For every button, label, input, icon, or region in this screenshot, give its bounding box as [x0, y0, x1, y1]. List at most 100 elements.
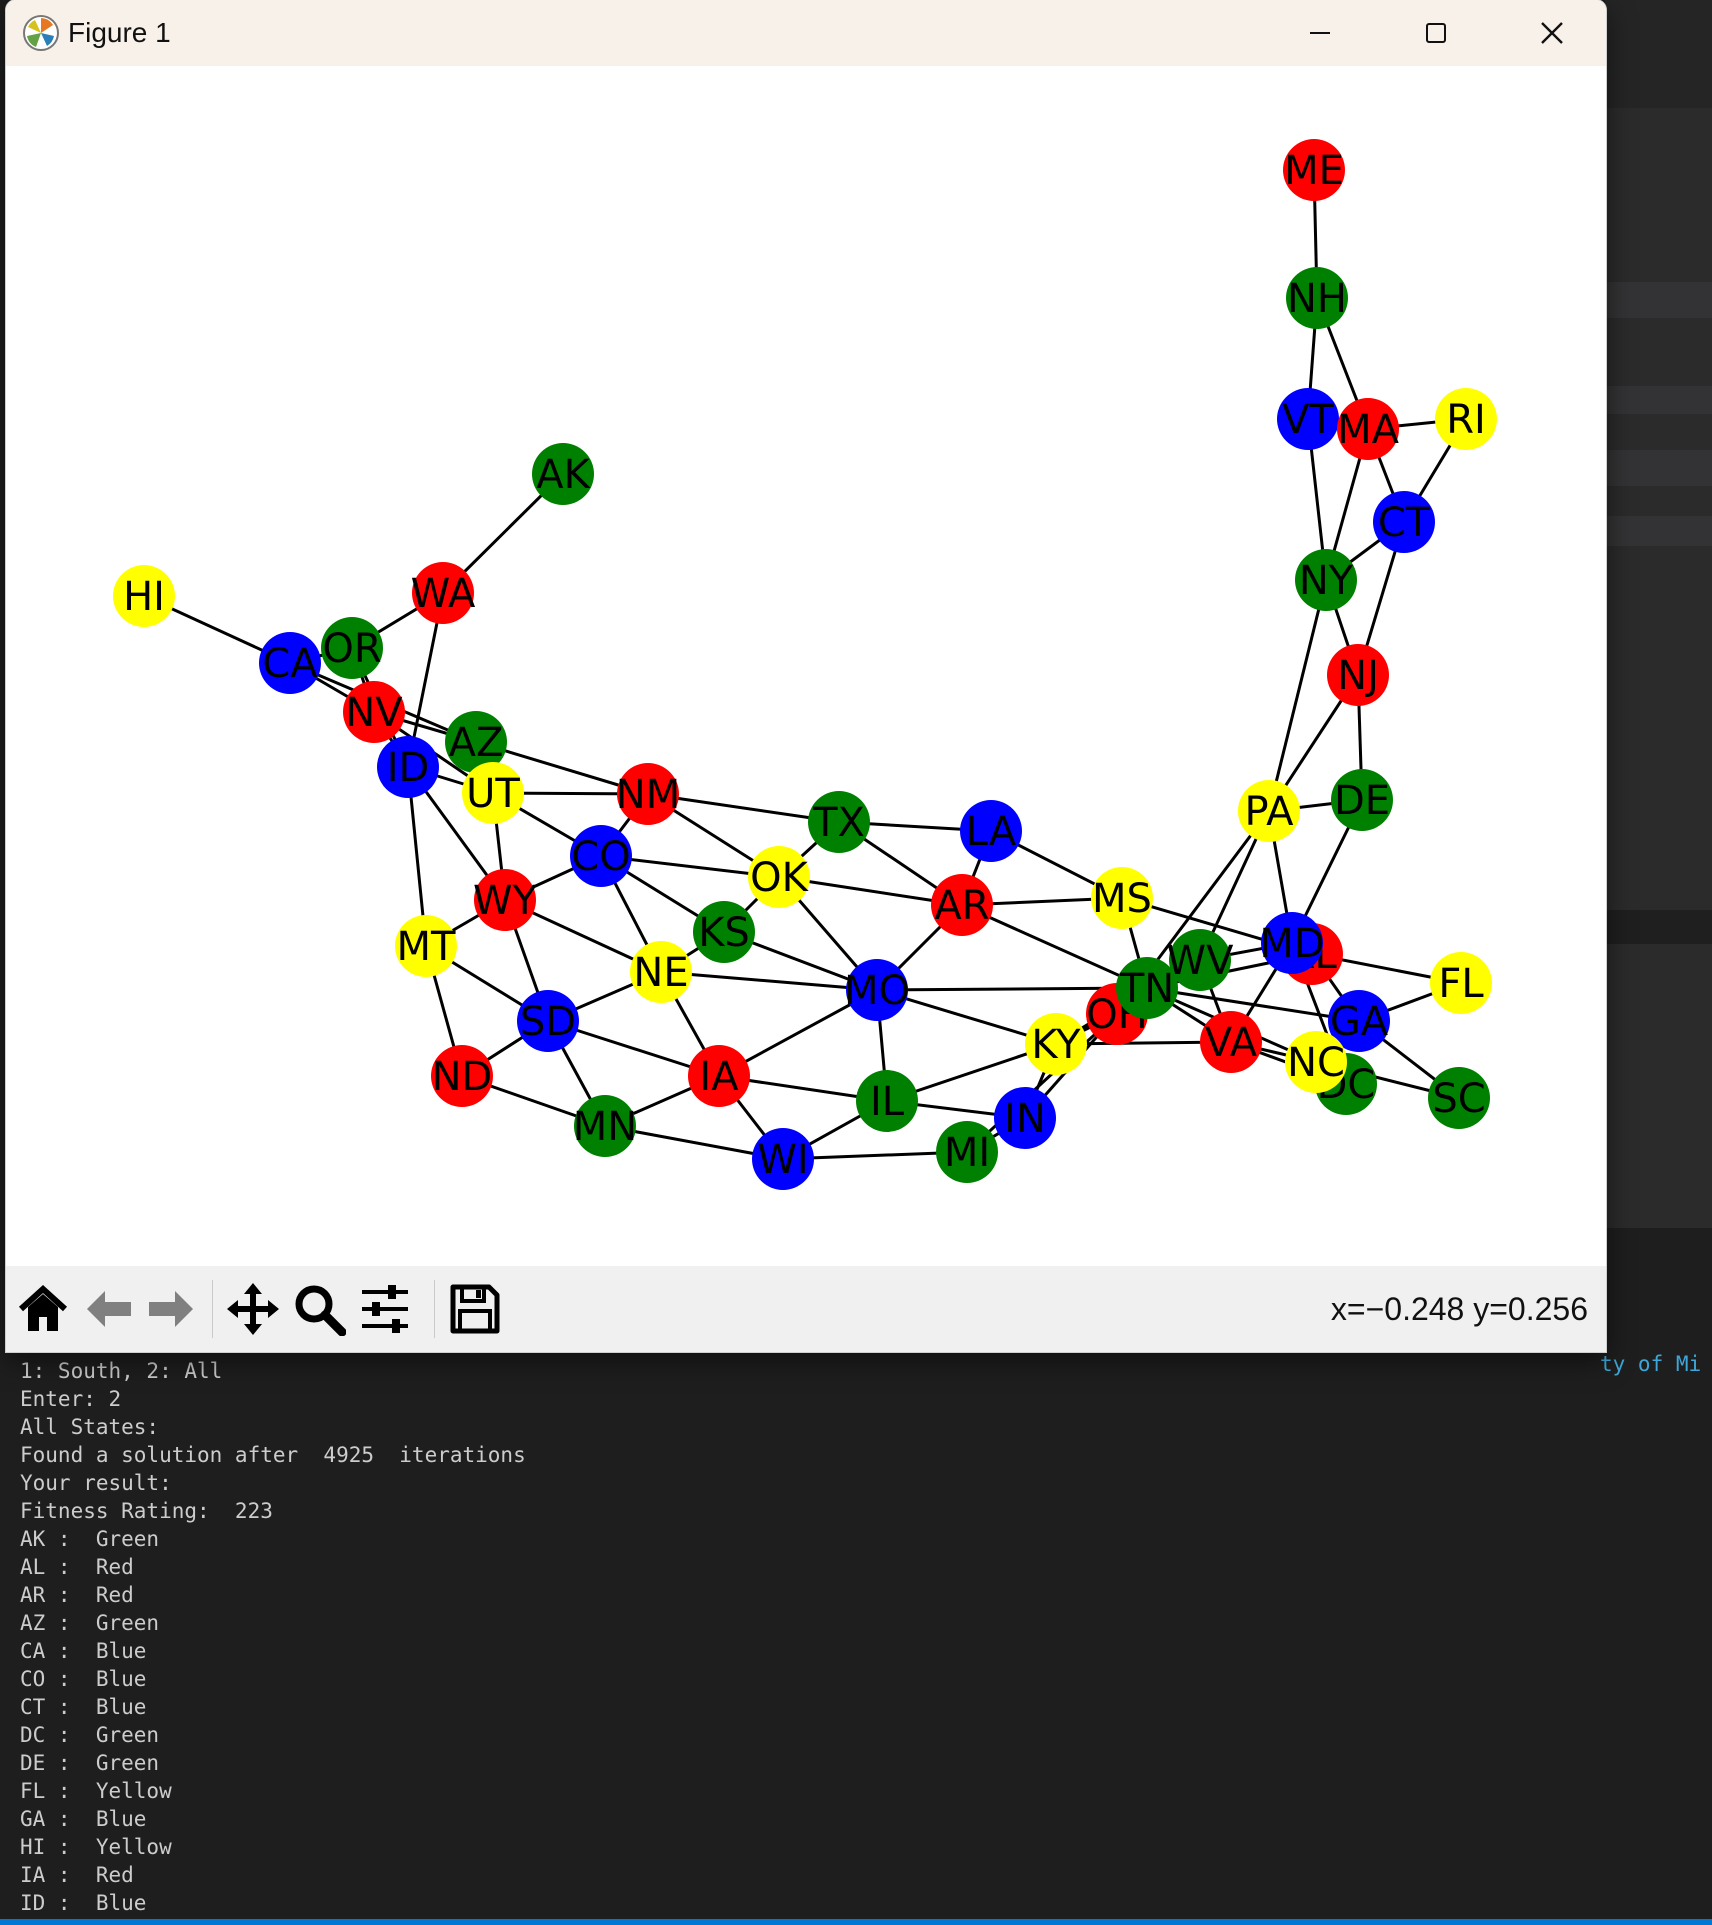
node-label: IN	[1004, 1096, 1046, 1142]
node-ca: CA	[259, 632, 321, 694]
node-pa: PA	[1238, 780, 1300, 842]
node-nm: NM	[616, 763, 680, 825]
node-fl: FL	[1430, 952, 1492, 1014]
node-md: MD	[1259, 912, 1325, 974]
node-vt: VT	[1277, 388, 1339, 450]
node-label: AR	[934, 883, 989, 929]
home-icon	[18, 1284, 68, 1331]
node-mo: MO	[844, 959, 910, 1021]
node-nc: NC	[1285, 1031, 1347, 1093]
node-ut: UT	[462, 762, 524, 824]
node-label: WV	[1167, 938, 1235, 984]
node-label: MI	[944, 1130, 990, 1176]
terminal-line: CO : Blue	[20, 1667, 147, 1691]
floppy-disk-icon	[450, 1284, 500, 1334]
node-ks: KS	[693, 901, 755, 963]
toolbar-separator	[212, 1280, 213, 1338]
configure-subplots-button[interactable]	[356, 1280, 414, 1338]
terminal-line: AL : Red	[20, 1555, 134, 1579]
node-label: WA	[411, 571, 476, 617]
node-ky: KY	[1025, 1013, 1087, 1075]
pan-button[interactable]	[224, 1280, 282, 1338]
node-label: LA	[966, 809, 1017, 855]
home-button[interactable]	[14, 1280, 72, 1338]
maximize-button[interactable]	[1380, 0, 1492, 66]
node-me: ME	[1283, 139, 1345, 201]
node-label: NH	[1287, 276, 1347, 322]
node-ri: RI	[1435, 388, 1497, 450]
node-ok: OK	[748, 846, 810, 908]
arrow-right-icon	[149, 1291, 193, 1327]
terminal-line: DE : Green	[20, 1751, 160, 1775]
node-sd: SD	[517, 990, 579, 1052]
terminal-line: HI : Yellow	[20, 1835, 172, 1859]
node-wi: WI	[752, 1128, 814, 1190]
edge-ga-tn	[1146, 986, 1360, 1023]
arrow-left-icon	[87, 1291, 131, 1327]
save-button[interactable]	[446, 1280, 504, 1338]
node-label: VA	[1205, 1020, 1258, 1066]
zoom-button[interactable]	[290, 1280, 348, 1338]
editor-highlight-line	[1605, 282, 1712, 318]
state-graph: ME NH VT MA RI CT NY NJ DE PA AK HI WA CA OR NV AZ ID UT NM…	[113, 139, 1497, 1190]
editor-divider	[1605, 910, 1712, 944]
node-va: VA	[1200, 1011, 1262, 1073]
window-title: Figure 1	[68, 17, 171, 48]
status-bar-accent	[0, 1919, 1712, 1925]
node-label: FL	[1438, 961, 1484, 1007]
terminal-line: CA : Blue	[20, 1639, 147, 1663]
node-tx: TX	[808, 791, 870, 853]
terminal-line: AR : Red	[20, 1583, 134, 1607]
title-bar[interactable]: Figure 1	[6, 0, 1606, 66]
terminal-line: ID : Blue	[20, 1891, 147, 1915]
node-label: HI	[123, 574, 165, 620]
editor-tab-strip	[1605, 0, 1712, 108]
close-button[interactable]	[1496, 0, 1606, 66]
node-label: CO	[571, 834, 630, 880]
node-label: RI	[1446, 397, 1486, 443]
node-label: GA	[1330, 999, 1389, 1045]
terminal-line: IA : Red	[20, 1863, 134, 1887]
node-id: ID	[377, 736, 439, 798]
node-ar: AR	[931, 874, 993, 936]
editor-highlight-line	[1605, 516, 1712, 546]
node-label: ND	[432, 1054, 493, 1100]
node-ct: CT	[1373, 491, 1435, 553]
navigation-toolbar: x=−0.248 y=0.256	[6, 1266, 1606, 1352]
terminal-line: FL : Yellow	[20, 1779, 172, 1803]
node-nj: NJ	[1327, 644, 1389, 706]
editor-highlight-line	[1605, 450, 1712, 486]
node-co: CO	[570, 825, 632, 887]
node-label: MO	[844, 968, 910, 1014]
node-label: KY	[1031, 1022, 1081, 1068]
node-label: NC	[1287, 1040, 1345, 1086]
toolbar-separator	[434, 1280, 435, 1338]
back-button[interactable]	[80, 1280, 138, 1338]
terminal-line: CT : Blue	[20, 1695, 147, 1719]
plot-canvas[interactable]: ME NH VT MA RI CT NY NJ DE PA AK HI WA CA OR NV AZ ID UT NM…	[6, 66, 1606, 1266]
node-label: AK	[536, 452, 591, 498]
minimize-button[interactable]	[1264, 0, 1376, 66]
node-label: SC	[1432, 1076, 1485, 1122]
node-ak: AK	[532, 443, 594, 505]
terminal-panel[interactable]: ty of Mi 1: South, 2: All Enter: 2 All S…	[0, 1352, 1712, 1925]
terminal-cut-text: ty of Mi	[1600, 1352, 1702, 1376]
node-label: VT	[1282, 397, 1334, 443]
minimize-icon	[1310, 32, 1330, 34]
node-in: IN	[994, 1087, 1056, 1149]
node-label: NY	[1299, 558, 1354, 604]
node-or: OR	[321, 617, 383, 679]
forward-button[interactable]	[142, 1280, 200, 1338]
node-label: MD	[1259, 921, 1324, 967]
node-mi: MI	[936, 1121, 998, 1183]
node-label: WI	[757, 1137, 808, 1183]
node-label: IL	[870, 1079, 905, 1125]
figure-window[interactable]: Figure 1 ME NH VT MA RI CT NY NJ DE PA AK HI WA CA OR N…	[6, 0, 1606, 1352]
node-wa: WA	[411, 562, 476, 624]
node-label: MT	[397, 924, 457, 970]
node-label: CT	[1378, 500, 1431, 546]
node-label: NE	[633, 950, 688, 996]
matplotlib-logo-icon	[23, 15, 59, 51]
node-label: OK	[750, 855, 809, 901]
terminal-line: 1: South, 2: All	[20, 1359, 223, 1383]
